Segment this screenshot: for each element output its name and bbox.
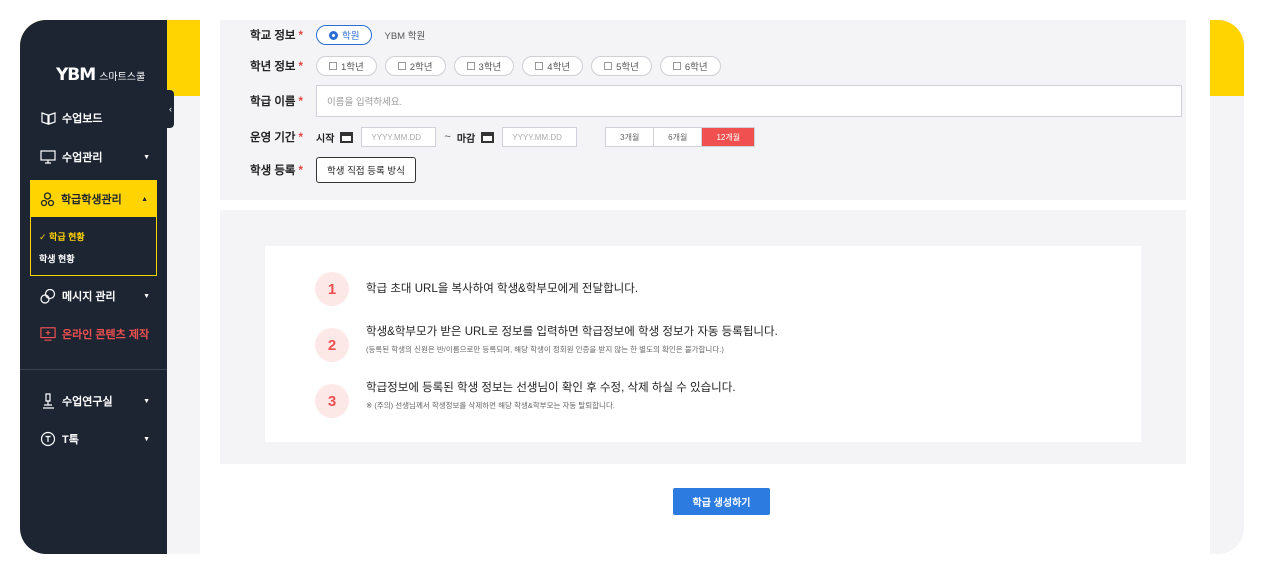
step-1: 1 학급 초대 URL을 복사하여 학생&학부모에게 전달합니다.: [315, 272, 638, 306]
range-separator: ~: [444, 131, 451, 143]
checkbox-icon: [535, 62, 544, 70]
sidebar-subitem-class-status[interactable]: ✓ 학급 현황: [31, 225, 156, 247]
sidebar-item-message[interactable]: 메시지 관리 ▼: [40, 288, 150, 304]
sidebar-item-research[interactable]: 수업연구실 ▼: [40, 393, 150, 409]
checkbox-icon: [672, 62, 681, 70]
step-number: 1: [315, 272, 349, 306]
start-label: 시작: [316, 133, 335, 145]
student-register-row: 학생 등록 * 학생 직접 등록 방식: [250, 157, 416, 183]
step-text: 학생&학부모가 받은 URL로 정보를 입력하면 학급정보에 학생 정보가 자동…: [366, 326, 778, 338]
class-name-row: 학급 이름 * 이름을 입력하세요.: [250, 85, 1182, 117]
field-label: 학생 등록 *: [250, 165, 303, 177]
class-name-input[interactable]: 이름을 입력하세요.: [316, 85, 1182, 117]
grade-checkbox[interactable]: 1학년: [316, 56, 377, 76]
main-content: 학교 정보 * 학원 YBM 학원 학년 정보 * 1학년 2학년 3학년 4학년 …: [200, 20, 1210, 554]
step-text: 학급정보에 등록된 학생 정보는 선생님이 확인 후 수정, 삭제 하실 수 있…: [366, 382, 736, 394]
sidebar-group-class-student: 학급학생관리 ▲ ✓ 학급 현황 학생 현황: [30, 180, 157, 276]
chevron-down-icon: ▼: [143, 292, 150, 300]
logo-mark: YBM: [56, 65, 96, 85]
end-label: 마감: [456, 133, 476, 145]
sidebar-item-class-student[interactable]: 학급학생관리 ▲: [31, 181, 156, 217]
sidebar-item-lesson-board[interactable]: 수업보드: [40, 110, 150, 126]
microscope-icon: [40, 393, 56, 409]
talk-icon: [40, 431, 56, 447]
period-12-months[interactable]: 12개월: [702, 128, 755, 146]
checkbox-icon: [329, 62, 337, 70]
period-preset-group: 3개월 6개월 12개월: [605, 127, 756, 147]
sidebar-item-label: 수업보드: [62, 113, 103, 125]
school-option-academy[interactable]: 학원: [316, 25, 373, 45]
checkbox-icon: [604, 62, 613, 70]
sidebar-item-label: T톡: [62, 434, 79, 446]
field-label: 학급 이름 *: [250, 96, 303, 108]
class-form: 학교 정보 * 학원 YBM 학원 학년 정보 * 1학년 2학년 3학년 4학년 …: [220, 20, 1186, 200]
content-create-icon: [40, 326, 56, 342]
step-2: 2 학생&학부모가 받은 URL로 정보를 입력하면 학급정보에 학생 정보가 …: [315, 326, 778, 362]
field-label: 학교 정보 *: [250, 30, 303, 42]
step-text: 학급 초대 URL을 복사하여 학생&학부모에게 전달합니다.: [366, 283, 639, 295]
step-3: 3 학급정보에 등록된 학생 정보는 선생님이 확인 후 수정, 삭제 하실 수…: [315, 382, 736, 418]
instructions-panel: 1 학급 초대 URL을 복사하여 학생&학부모에게 전달합니다. 2 학생&학…: [220, 210, 1186, 464]
grade-checkbox[interactable]: 2학년: [384, 56, 446, 76]
sidebar-collapse-button[interactable]: ‹: [167, 90, 174, 128]
direct-register-button[interactable]: 학생 직접 등록 방식: [316, 157, 416, 183]
grade-checkbox[interactable]: 3학년: [453, 56, 515, 76]
end-date-input[interactable]: YYYY.MM.DD: [502, 127, 578, 147]
sidebar-item-lesson-manage[interactable]: 수업관리 ▼: [40, 149, 150, 165]
grade-checkbox[interactable]: 6학년: [659, 56, 721, 76]
create-class-button[interactable]: 학급 생성하기: [673, 488, 770, 515]
field-label: 학년 정보 *: [250, 61, 303, 73]
sidebar-item-online-content[interactable]: 온라인 콘텐츠 제작: [40, 326, 165, 342]
school-option-ybm[interactable]: YBM 학원: [372, 25, 437, 45]
sidebar-item-label: 학급학생관리: [61, 194, 122, 206]
app-window: YBM 스마트스쿨 수업보드 수업관리 ▼ 학급학생관리 ▲ ✓ 학급 현황 학…: [20, 20, 1244, 554]
calendar-icon[interactable]: [340, 131, 354, 143]
sidebar-item-label: 메시지 관리: [62, 291, 116, 303]
calendar-icon[interactable]: [481, 131, 495, 143]
radio-selected-icon: [329, 30, 338, 40]
sidebar: YBM 스마트스쿨 수업보드 수업관리 ▼ 학급학생관리 ▲ ✓ 학급 현황 학…: [20, 20, 167, 554]
step-note: (등록된 학생의 신원은 반/이름으로만 등록되며, 해당 학생이 정회원 인증…: [366, 345, 724, 354]
sidebar-item-label: 수업관리: [62, 152, 103, 164]
period-3-months[interactable]: 3개월: [606, 128, 655, 146]
chevron-down-icon: ▼: [143, 435, 150, 443]
logo-text: 스마트스쿨: [99, 71, 146, 83]
logo[interactable]: YBM 스마트스쿨: [56, 65, 145, 85]
grade-checkbox[interactable]: 4학년: [522, 56, 584, 76]
chevron-down-icon: ▼: [143, 397, 150, 405]
instructions-box: 1 학급 초대 URL을 복사하여 학생&학부모에게 전달합니다. 2 학생&학…: [265, 246, 1141, 442]
checkbox-icon: [397, 62, 406, 70]
period-row: 운영 기간 * 시작 YYYY.MM.DD ~ 마감 YYYY.MM.DD 3개월…: [250, 127, 756, 147]
step-note: ※ (주의) 선생님께서 학생정보를 삭제하면 해당 학생&학부모는 자동 탈퇴…: [366, 401, 615, 410]
checkbox-icon: [466, 62, 475, 70]
sidebar-item-ttalk[interactable]: T톡 ▼: [40, 431, 150, 447]
start-date-input[interactable]: YYYY.MM.DD: [361, 127, 437, 147]
period-6-months[interactable]: 6개월: [654, 128, 703, 146]
chat-icon: [40, 288, 56, 304]
people-icon: [39, 191, 55, 207]
sidebar-subitem-student-status[interactable]: 학생 현황: [31, 247, 156, 269]
field-label: 운영 기간 *: [250, 132, 303, 144]
monitor-icon: [40, 149, 56, 165]
grade-checkbox[interactable]: 5학년: [591, 56, 652, 76]
chevron-down-icon: ▼: [143, 153, 150, 161]
sidebar-divider: [20, 369, 167, 370]
board-icon: [40, 110, 56, 126]
sidebar-item-label: 온라인 콘텐츠 제작: [62, 329, 150, 341]
step-number: 2: [315, 328, 349, 362]
grade-info-row: 학년 정보 * 1학년 2학년 3학년 4학년 5학년 6학년: [250, 56, 729, 76]
school-info-row: 학교 정보 * 학원 YBM 학원: [250, 25, 445, 45]
step-number: 3: [315, 384, 349, 418]
sidebar-item-label: 수업연구실: [62, 396, 113, 408]
chevron-up-icon: ▲: [141, 195, 148, 203]
